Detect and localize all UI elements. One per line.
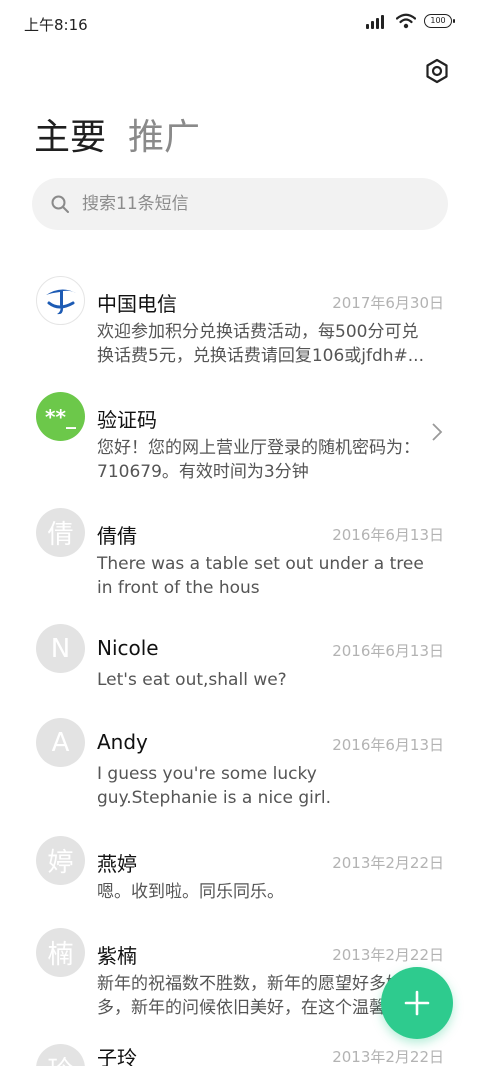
plus-icon: [404, 990, 430, 1016]
message-preview: There was a table set out under a tree i…: [97, 554, 424, 598]
message-date: 2017年6月30日: [332, 294, 444, 312]
avatar: 倩: [36, 508, 85, 557]
status-icons: 100: [366, 13, 455, 29]
message-preview: 嗯。收到啦。同乐同乐。: [97, 882, 284, 902]
avatar: 楠: [36, 928, 85, 977]
search-input[interactable]: [82, 194, 402, 214]
search-icon: [51, 195, 69, 213]
conversation-item[interactable]: 倩 倩倩 2016年6月13日 There was a table set ou…: [0, 504, 480, 604]
message-date: 2013年2月22日: [332, 1048, 444, 1066]
status-time: 上午8:16: [24, 16, 88, 34]
search-bar[interactable]: [32, 178, 448, 230]
message-date: 2013年2月22日: [332, 854, 444, 872]
avatar: 玲: [36, 1044, 85, 1066]
message-preview: Let's eat out,shall we?: [97, 670, 287, 690]
avatar: A: [36, 718, 85, 767]
message-preview: 您好！您的网上营业厅登录的随机密码为： 710679。有效时间为3分钟: [97, 438, 420, 482]
tab-bar: 主要 推广: [34, 114, 200, 162]
status-bar: 上午8:16 100: [0, 0, 480, 44]
message-preview: 欢迎参加积分兑换话费活动，每500分可兑 换话费5元，兑换话费请回复106或jf…: [97, 322, 424, 366]
contact-name: 中国电信: [97, 292, 177, 316]
contact-name: Nicole: [97, 636, 159, 660]
message-date: 2013年2月22日: [332, 946, 444, 964]
contact-name: 燕婷: [97, 852, 137, 876]
conversation-item[interactable]: N Nicole 2016年6月13日 Let's eat out,shall …: [0, 620, 480, 700]
tab-primary[interactable]: 主要: [34, 114, 106, 162]
battery-icon: 100: [424, 14, 455, 28]
message-date: 2016年6月13日: [332, 736, 444, 754]
contact-name: Andy: [97, 730, 148, 754]
conversation-item[interactable]: **_ 验证码 您好！您的网上营业厅登录的随机密码为： 710679。有效时间为…: [0, 388, 480, 488]
conversation-item[interactable]: A Andy 2016年6月13日 I guess you're some lu…: [0, 714, 480, 814]
tab-promotions[interactable]: 推广: [128, 114, 200, 162]
message-preview: I guess you're some lucky guy.Stephanie …: [97, 764, 332, 808]
conversation-item[interactable]: 玲 子玲 2013年2月22日: [0, 1040, 480, 1066]
contact-name: 验证码: [97, 408, 157, 432]
signal-icon: [366, 13, 388, 29]
message-date: 2016年6月13日: [332, 526, 444, 544]
contact-name: 子玲: [97, 1046, 137, 1066]
conversation-item[interactable]: 婷 燕婷 2013年2月22日 嗯。收到啦。同乐同乐。: [0, 832, 480, 912]
message-date: 2016年6月13日: [332, 642, 444, 660]
contact-name: 倩倩: [97, 524, 137, 548]
avatar: N: [36, 624, 85, 673]
conversation-item[interactable]: 中国电信 2017年6月30日 欢迎参加积分兑换话费活动，每500分可兑 换话费…: [0, 272, 480, 372]
avatar: **_: [36, 392, 85, 441]
china-telecom-logo-icon: [36, 276, 85, 325]
avatar: 婷: [36, 836, 85, 885]
wifi-icon: [396, 13, 416, 29]
settings-hexagon-icon: [426, 58, 448, 84]
settings-button[interactable]: [422, 56, 452, 86]
new-message-button[interactable]: [381, 967, 453, 1039]
contact-name: 紫楠: [97, 944, 137, 968]
